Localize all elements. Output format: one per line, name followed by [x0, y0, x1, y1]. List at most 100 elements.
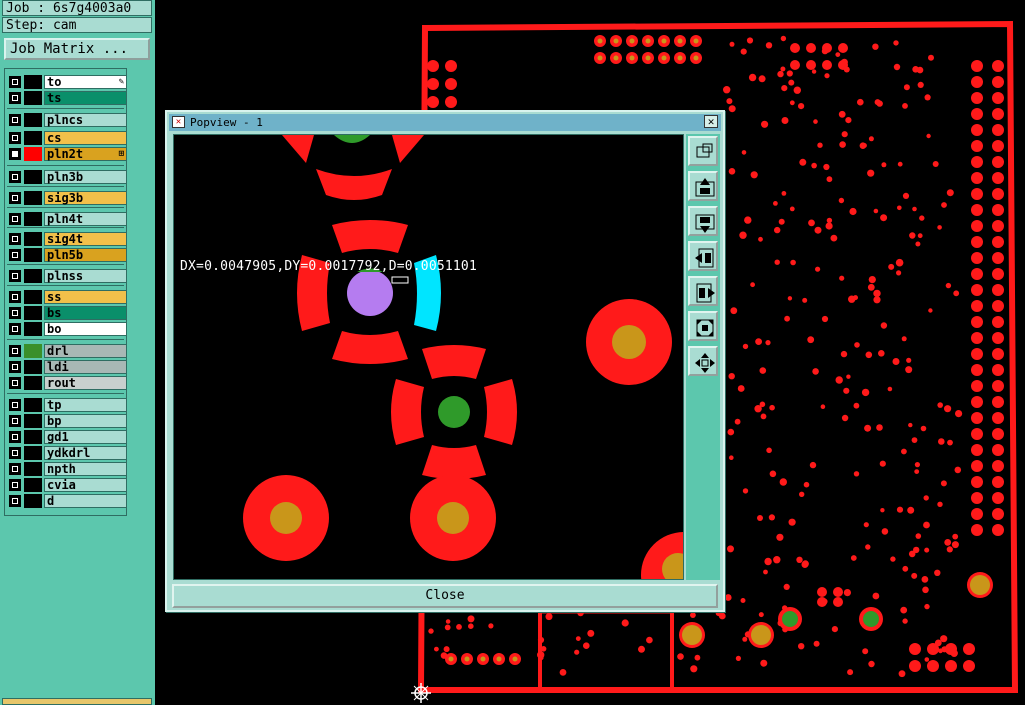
layer-color-swatch[interactable]	[24, 306, 42, 320]
layer-checkbox[interactable]	[9, 171, 21, 183]
layer-color-swatch[interactable]	[24, 446, 42, 460]
layer-color-swatch[interactable]	[24, 131, 42, 145]
layer-row-sig4t[interactable]: sig4t	[8, 232, 127, 246]
layer-row-npth[interactable]: npth	[8, 462, 127, 476]
layer-color-swatch[interactable]	[24, 430, 42, 444]
layer-row-bo[interactable]: bo	[8, 322, 127, 336]
zoom-fit-button[interactable]	[688, 311, 718, 341]
layer-name[interactable]: tp	[44, 398, 127, 412]
layer-row-d[interactable]: d	[8, 494, 127, 508]
layer-name[interactable]: drl	[44, 344, 127, 358]
layer-checkbox[interactable]	[9, 233, 21, 245]
layer-name[interactable]: pln4t	[44, 212, 127, 226]
layer-name[interactable]: d	[44, 494, 127, 508]
layer-color-swatch[interactable]	[24, 147, 42, 161]
layer-color-swatch[interactable]	[24, 376, 42, 390]
layer-color-swatch[interactable]	[24, 398, 42, 412]
layer-checkbox[interactable]	[9, 192, 21, 204]
layer-color-swatch[interactable]	[24, 232, 42, 246]
layer-row-drl[interactable]: drl	[8, 344, 127, 358]
zoom-home-button[interactable]	[688, 346, 718, 376]
layer-checkbox[interactable]	[9, 399, 21, 411]
layer-row-pln4t[interactable]: pln4t	[8, 212, 127, 226]
layer-name[interactable]: npth	[44, 462, 127, 476]
layer-name[interactable]: cvia	[44, 478, 127, 492]
layer-color-swatch[interactable]	[24, 191, 42, 205]
layer-checkbox[interactable]	[9, 463, 21, 475]
layer-color-swatch[interactable]	[24, 290, 42, 304]
layer-color-swatch[interactable]	[24, 360, 42, 374]
pan-down-button[interactable]	[688, 206, 718, 236]
pan-right-button[interactable]	[688, 276, 718, 306]
layer-row-cvia[interactable]: cvia	[8, 478, 127, 492]
layer-row-pln5b[interactable]: pln5b	[8, 248, 127, 262]
layer-row-ydkdrl[interactable]: ydkdrl	[8, 446, 127, 460]
layer-color-swatch[interactable]	[24, 322, 42, 336]
layer-row-pln2t[interactable]: pln2t ⊞	[8, 147, 127, 161]
layer-name[interactable]: ts	[44, 91, 127, 105]
popview-titlebar[interactable]: ✕ Popview - 1 ✕	[169, 114, 721, 131]
layer-checkbox[interactable]	[9, 92, 21, 104]
layer-checkbox[interactable]	[9, 132, 21, 144]
layer-checkbox[interactable]	[9, 76, 21, 88]
layer-checkbox[interactable]	[9, 307, 21, 319]
layer-name[interactable]: cs	[44, 131, 127, 145]
layer-name[interactable]: sig4t	[44, 232, 127, 246]
layer-row-bs[interactable]: bs	[8, 306, 127, 320]
layer-name[interactable]: ydkdrl	[44, 446, 127, 460]
layer-name[interactable]: bp	[44, 414, 127, 428]
layer-checkbox[interactable]	[9, 291, 21, 303]
layer-color-swatch[interactable]	[24, 269, 42, 283]
layer-checkbox[interactable]	[9, 361, 21, 373]
close-icon[interactable]: ✕	[704, 115, 718, 128]
layer-checkbox[interactable]	[9, 479, 21, 491]
layer-row-to[interactable]: to ✎	[8, 75, 127, 89]
layer-color-swatch[interactable]	[24, 494, 42, 508]
layer-name[interactable]: ldi	[44, 360, 127, 374]
layer-name[interactable]: pln2t ⊞	[44, 147, 127, 161]
layer-name[interactable]: rout	[44, 376, 127, 390]
layer-checkbox[interactable]	[9, 148, 21, 160]
layer-color-swatch[interactable]	[24, 170, 42, 184]
pan-left-button[interactable]	[688, 241, 718, 271]
layer-row-plnss[interactable]: plnss	[8, 269, 127, 283]
job-matrix-button[interactable]: Job Matrix ...	[4, 38, 150, 60]
layer-color-swatch[interactable]	[24, 75, 42, 89]
layer-row-ldi[interactable]: ldi	[8, 360, 127, 374]
layer-checkbox[interactable]	[9, 447, 21, 459]
layer-row-sig3b[interactable]: sig3b	[8, 191, 127, 205]
layer-color-swatch[interactable]	[24, 212, 42, 226]
popview-canvas[interactable]	[174, 135, 683, 579]
layer-checkbox[interactable]	[9, 495, 21, 507]
layer-checkbox[interactable]	[9, 323, 21, 335]
layer-checkbox[interactable]	[9, 345, 21, 357]
layer-color-swatch[interactable]	[24, 344, 42, 358]
layer-color-swatch[interactable]	[24, 478, 42, 492]
layer-name[interactable]: pln3b	[44, 170, 127, 184]
layer-name[interactable]: plncs	[44, 113, 127, 127]
layer-checkbox[interactable]	[9, 114, 21, 126]
layer-row-tp[interactable]: tp	[8, 398, 127, 412]
close-button[interactable]: Close	[172, 584, 718, 608]
zoom-window-button[interactable]	[688, 136, 718, 166]
layer-color-swatch[interactable]	[24, 414, 42, 428]
layer-row-ss[interactable]: ss	[8, 290, 127, 304]
layer-checkbox[interactable]	[9, 249, 21, 261]
layer-row-plncs[interactable]: plncs	[8, 113, 127, 127]
layer-checkbox[interactable]	[9, 431, 21, 443]
layer-name[interactable]: plnss	[44, 269, 127, 283]
layer-checkbox[interactable]	[9, 415, 21, 427]
layer-row-gd1[interactable]: gd1	[8, 430, 127, 444]
layer-row-rout[interactable]: rout	[8, 376, 127, 390]
layer-row-cs[interactable]: cs	[8, 131, 127, 145]
popview-viewport[interactable]: DX=0.0047905,DY=0.0017792,D=0.0051101	[173, 134, 684, 580]
layer-row-bp[interactable]: bp	[8, 414, 127, 428]
layer-checkbox[interactable]	[9, 377, 21, 389]
layer-color-swatch[interactable]	[24, 91, 42, 105]
layer-color-swatch[interactable]	[24, 113, 42, 127]
layer-row-pln3b[interactable]: pln3b	[8, 170, 127, 184]
layer-row-ts[interactable]: ts	[8, 91, 127, 105]
layer-color-swatch[interactable]	[24, 248, 42, 262]
layer-checkbox[interactable]	[9, 270, 21, 282]
layer-name[interactable]: pln5b	[44, 248, 127, 262]
